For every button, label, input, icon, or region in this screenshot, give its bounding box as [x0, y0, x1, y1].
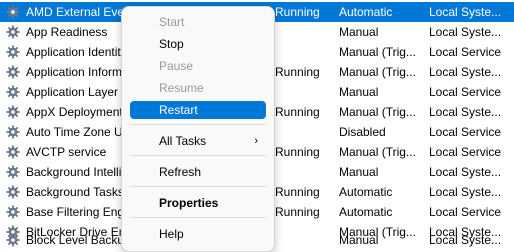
- menu-item-restart[interactable]: Restart: [130, 101, 266, 119]
- service-name: Base Filtering Engine: [26, 205, 122, 219]
- menu-item-help[interactable]: Help: [130, 225, 266, 243]
- service-startup-type: Manual (Trig...: [339, 145, 416, 159]
- menu-item-resume: Resume: [159, 81, 204, 95]
- service-name: Background Tasks: [26, 185, 122, 199]
- menu-item-pause: Pause: [159, 59, 194, 73]
- service-name: Application Information: [26, 65, 122, 79]
- service-name: AMD External Events: [26, 5, 122, 19]
- gear-icon: [6, 162, 22, 182]
- menu-item-refresh[interactable]: Refresh: [130, 163, 266, 181]
- service-startup-type: Automatic: [339, 205, 393, 219]
- service-log-on-as: Local Syste...: [429, 185, 502, 199]
- service-log-on-as: Local Service: [429, 145, 502, 159]
- service-name: AppX Deployment Service: [26, 105, 122, 119]
- service-startup-type: Automatic: [339, 185, 393, 199]
- gear-icon: [6, 202, 22, 222]
- service-log-on-as: Local Syste...: [429, 25, 502, 39]
- service-log-on-as: Local Service: [429, 205, 502, 219]
- service-log-on-as: Local Service: [429, 45, 502, 59]
- service-startup-type: Manual (Trig...: [339, 105, 416, 119]
- gear-icon: [6, 42, 22, 62]
- service-startup-type: Automatic: [339, 5, 393, 19]
- gear-icon: [6, 82, 22, 102]
- chevron-right-icon: ›: [254, 135, 258, 147]
- service-log-on-as: Local Syste...: [429, 233, 502, 247]
- service-status: [275, 22, 335, 42]
- gear-icon: [6, 22, 22, 42]
- service-status: [275, 122, 335, 142]
- service-status: Running: [275, 145, 320, 159]
- service-status: Running: [275, 65, 320, 79]
- context-menu: Start Stop Pause Resume Restart All Task…: [121, 6, 275, 252]
- menu-separator: [130, 155, 266, 156]
- service-status: [275, 230, 335, 250]
- service-startup-type: Manual: [339, 25, 379, 39]
- service-startup-type: Manual (Trig...: [339, 45, 416, 59]
- menu-item-start: Start: [159, 15, 185, 29]
- service-name: Application Identity: [26, 45, 122, 59]
- service-status: Running: [275, 105, 320, 119]
- menu-item-properties[interactable]: Properties: [130, 194, 266, 212]
- service-log-on-as: Local Syste...: [429, 65, 502, 79]
- service-status: Running: [275, 205, 320, 219]
- all-tasks-label: All Tasks: [159, 134, 207, 148]
- service-status: Running: [275, 185, 320, 199]
- gear-icon: [6, 122, 22, 142]
- service-status: [275, 82, 335, 102]
- service-log-on-as: Local Service: [429, 125, 502, 139]
- service-startup-type: Manual (Trig...: [339, 65, 416, 79]
- gear-icon: [6, 102, 22, 122]
- gear-icon: [6, 182, 22, 202]
- gear-icon: [6, 230, 22, 250]
- service-status: [275, 162, 335, 182]
- gear-icon: [6, 142, 22, 162]
- service-name: Auto Time Zone Updater: [26, 125, 122, 139]
- service-name: Block Level Backup: [26, 233, 122, 247]
- menu-separator: [130, 124, 266, 125]
- menu-separator: [130, 217, 266, 218]
- service-name: Application Layer Gateway: [26, 85, 122, 99]
- service-log-on-as: Local Syste...: [429, 5, 502, 19]
- service-log-on-as: Local Syste...: [429, 105, 502, 119]
- service-name: AVCTP service: [26, 145, 107, 159]
- service-status: [275, 42, 335, 62]
- gear-icon: [6, 2, 22, 22]
- service-name: App Readiness: [26, 25, 108, 39]
- service-startup-type: Manual: [339, 85, 379, 99]
- service-status: Running: [275, 5, 320, 19]
- service-log-on-as: Local Service: [429, 85, 502, 99]
- service-log-on-as: Local Syste...: [429, 165, 502, 179]
- menu-item-stop[interactable]: Stop: [130, 35, 266, 53]
- menu-separator: [130, 186, 266, 187]
- service-startup-type: Manual: [339, 165, 379, 179]
- menu-item-all-tasks[interactable]: All Tasks ›: [130, 132, 266, 150]
- service-name: Background Intelligent: [26, 165, 122, 179]
- service-startup-type: Manual: [339, 233, 379, 247]
- gear-icon: [6, 62, 22, 82]
- service-startup-type: Disabled: [339, 125, 386, 139]
